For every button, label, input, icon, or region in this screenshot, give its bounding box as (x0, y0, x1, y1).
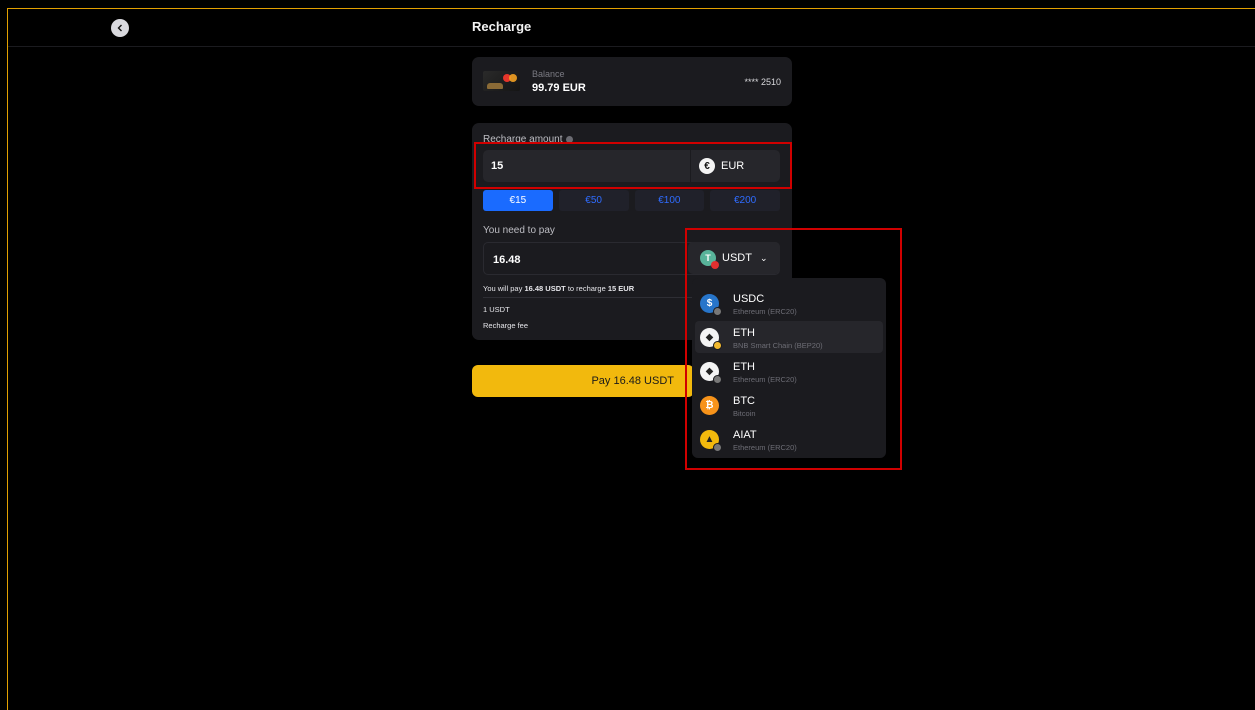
balance-value: 99.79 EUR (532, 82, 586, 94)
header-divider (8, 46, 1255, 47)
highlight-box-amount (474, 142, 792, 189)
pay-note: You will pay 16.48 USDT to recharge 15 E… (483, 284, 635, 293)
exchange-rate-label: 1 USDT (483, 305, 510, 314)
need-to-pay-label: You need to pay (483, 225, 555, 236)
back-button[interactable] (111, 19, 129, 37)
highlight-box-dropdown (685, 228, 902, 470)
pay-amount-value[interactable]: 16.48 (493, 254, 521, 266)
chevron-left-icon (117, 24, 122, 32)
card-image (483, 71, 520, 91)
balance-label: Balance (532, 69, 565, 79)
preset-chip-100[interactable]: €100 (634, 190, 705, 211)
preset-chip-50[interactable]: €50 (558, 190, 629, 211)
page-title: Recharge (472, 19, 532, 34)
preset-amounts: €15 €50 €100 €200 (483, 190, 780, 211)
balance-card: Balance 99.79 EUR **** 2510 (472, 57, 792, 106)
recharge-fee-label: Recharge fee (483, 321, 529, 330)
window-frame-top (7, 8, 1255, 9)
preset-chip-200[interactable]: €200 (710, 190, 780, 211)
window-frame-left (7, 8, 8, 710)
preset-chip-15[interactable]: €15 (483, 190, 553, 211)
pay-button[interactable]: Pay 16.48 USDT (472, 365, 694, 397)
mastercard-icon (503, 74, 517, 82)
card-number: **** 2510 (744, 77, 781, 87)
